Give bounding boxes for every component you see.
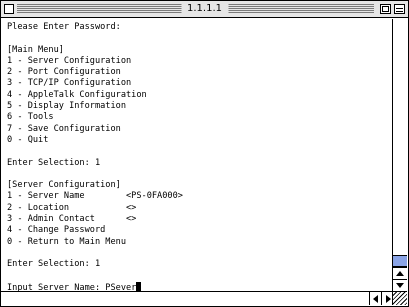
collapse-box-icon[interactable]	[394, 4, 405, 14]
window-title: 1.1.1.1	[181, 3, 228, 15]
terminal-line: 1 - Server Name <PS-0FA000>	[7, 191, 183, 202]
terminal-line: [Main Menu]	[7, 44, 64, 55]
close-box-icon[interactable]	[4, 4, 14, 14]
terminal-line: 6 - Tools	[7, 112, 54, 123]
scroll-down-button[interactable]	[393, 279, 407, 291]
terminal-window: 1.1.1.1 Please Enter Password: [Main Men…	[0, 0, 409, 307]
terminal-line: 7 - Save Configuration	[7, 123, 121, 134]
vertical-scrollbar[interactable]	[392, 19, 407, 292]
terminal-line: 3 - Admin Contact <>	[7, 214, 137, 225]
scroll-thumb[interactable]	[393, 255, 407, 267]
terminal-line: 0 - Return to Main Menu	[7, 236, 126, 247]
resize-grip-icon[interactable]	[392, 291, 407, 305]
terminal-line: 3 - TCP/IP Configuration	[7, 78, 132, 89]
scroll-left-button[interactable]	[369, 292, 381, 305]
scroll-up-button[interactable]	[393, 267, 407, 279]
terminal-line: 2 - Location <>	[7, 202, 137, 213]
arrow-down-icon	[396, 283, 404, 288]
title-bar[interactable]: 1.1.1.1	[1, 1, 408, 18]
terminal-line: [Server Configuration]	[7, 180, 121, 191]
zoom-box-icon[interactable]	[380, 4, 391, 14]
arrow-up-icon	[396, 271, 404, 276]
arrow-left-icon	[373, 295, 378, 303]
terminal-line: 1 - Server Configuration	[7, 55, 132, 66]
terminal-line: Enter Selection: 1	[7, 157, 101, 168]
horizontal-scrollbar[interactable]	[1, 291, 393, 305]
terminal-line: 2 - Port Configuration	[7, 67, 121, 78]
terminal-line: 4 - Change Password	[7, 225, 106, 236]
terminal-line: Please Enter Password:	[7, 22, 121, 32]
text-cursor	[136, 281, 142, 291]
terminal-line: Enter Selection: 1	[7, 259, 101, 270]
terminal-line: 0 - Quit	[7, 134, 49, 145]
terminal-line: 5 - Display Information	[7, 101, 126, 112]
terminal-output[interactable]: Please Enter Password: [Main Menu] 1 - S…	[2, 19, 393, 292]
terminal-line: 4 - AppleTalk Configuration	[7, 89, 147, 100]
arrow-right-icon	[386, 295, 391, 303]
